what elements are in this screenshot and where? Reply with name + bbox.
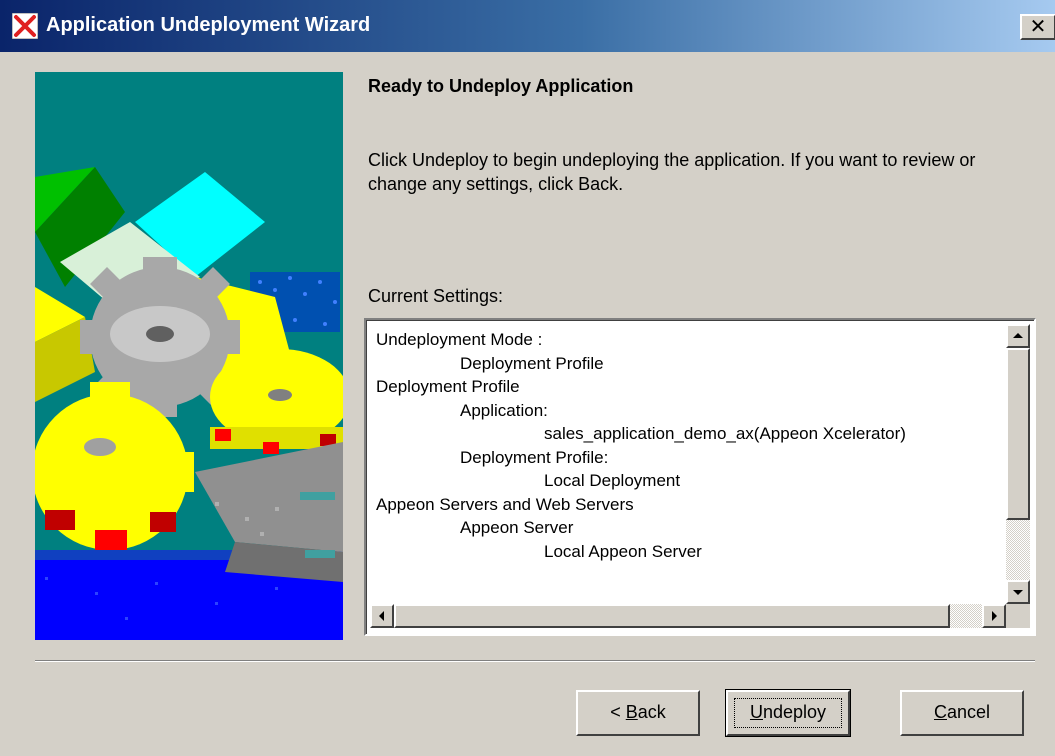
wizard-illustration: [35, 72, 343, 640]
scroll-corner: [1006, 604, 1030, 628]
scroll-down-button[interactable]: [1006, 580, 1030, 604]
settings-line: Application:: [460, 400, 548, 420]
scroll-right-button[interactable]: [982, 604, 1006, 628]
focus-rectangle: [734, 698, 842, 728]
close-icon: ✕: [1029, 16, 1047, 38]
settings-line: Local Appeon Server: [544, 541, 702, 561]
settings-line: Appeon Servers and Web Servers: [376, 494, 634, 514]
scroll-left-arrow-icon: [379, 611, 384, 621]
settings-listbox[interactable]: Undeployment Mode : Deployment Profile Dep…: [364, 318, 1036, 636]
scroll-left-button[interactable]: [370, 604, 394, 628]
cancel-button-mnemonic: C: [933, 702, 947, 722]
close-button[interactable]: ✕: [1020, 14, 1055, 40]
title-bar: Application Undeployment Wizard: [0, 0, 1055, 52]
cancel-button-label: ancel: [946, 702, 991, 722]
back-button-prefix: <: [610, 702, 626, 722]
window-title: Application Undeployment Wizard: [46, 14, 371, 36]
settings-line: Deployment Profile:: [460, 447, 609, 467]
red-x-icon: [12, 13, 38, 39]
scroll-up-arrow-icon: [1013, 333, 1023, 338]
cancel-button[interactable]: Cancel: [900, 690, 1024, 736]
back-button-label: ack: [637, 702, 666, 722]
undeploy-button[interactable]: Undeploy: [725, 689, 851, 737]
settings-line: Local Deployment: [544, 471, 681, 490]
button-separator: [35, 660, 1035, 662]
settings-line: Deployment Profile: [376, 377, 520, 396]
page-heading: Ready to Undeploy Application: [368, 76, 634, 96]
horizontal-scrollbar[interactable]: [370, 604, 1006, 628]
settings-line: Appeon Server: [460, 518, 574, 537]
back-button-mnemonic: B: [625, 702, 638, 722]
scroll-up-button[interactable]: [1006, 324, 1030, 348]
vertical-scroll-thumb[interactable]: [1006, 348, 1030, 520]
scroll-down-arrow-icon: [1013, 590, 1023, 595]
scroll-right-arrow-icon: [992, 611, 997, 621]
vertical-scrollbar[interactable]: [1006, 324, 1030, 604]
settings-content: Undeployment Mode : Deployment Profile Dep…: [376, 328, 1001, 604]
page-description: Click Undeploy to begin undeploying the …: [368, 150, 976, 194]
settings-line: sales_application_demo_ax(Appeon Xcelera…: [544, 424, 906, 443]
settings-line: Undeployment Mode :: [376, 330, 543, 349]
horizontal-scroll-thumb[interactable]: [394, 604, 950, 628]
settings-line: Deployment Profile: [460, 353, 604, 373]
back-button[interactable]: < Back: [576, 690, 700, 736]
settings-label: Current Settings:: [368, 286, 504, 306]
